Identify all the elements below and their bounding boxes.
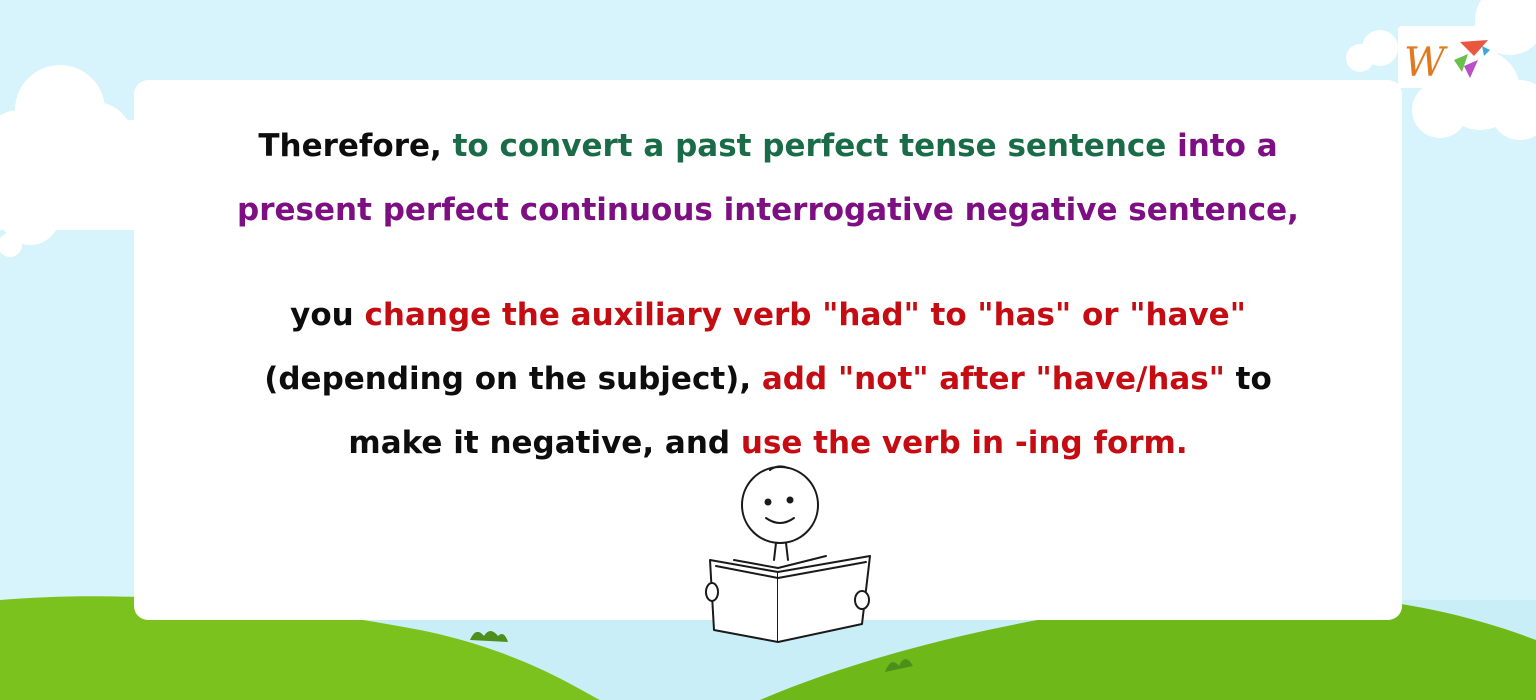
text-use-ing-form: use the verb in -ing form. [740,425,1188,461]
paragraph2-line1: you change the auxiliary verb "had" to "… [134,283,1402,347]
paragraph2-line2: (depending on the subject), add "not" af… [134,347,1402,411]
text-into-a: into a [1166,128,1278,164]
brand-logo: W [1398,26,1498,88]
text-to: to [1224,361,1272,397]
text-make-it-negative: make it negative, and [348,425,741,461]
paragraph1-line1: Therefore, to convert a past perfect ten… [134,114,1402,178]
text-add-not: add "not" after "have/has" [761,361,1225,397]
text-convert-past-perfect: to convert a past perfect tense sentence [452,128,1167,164]
paragraph1-line2: present perfect continuous interrogative… [134,178,1402,242]
paragraph-conversion-rule: Therefore, to convert a past perfect ten… [134,114,1402,242]
logo-icon: W [1404,40,1490,86]
stick-figure-reading-book-icon [705,465,871,643]
text-depending-on-subject: (depending on the subject), [264,361,762,397]
paragraph-steps: you change the auxiliary verb "had" to "… [134,283,1402,475]
svg-text:W: W [1404,40,1448,86]
text-therefore: Therefore, [258,128,453,164]
text-present-perfect-continuous: present perfect continuous interrogative… [237,192,1299,228]
text-change-auxiliary: change the auxiliary verb "had" to "has"… [364,297,1246,333]
text-you: you [290,297,365,333]
cloud-left [0,65,140,257]
